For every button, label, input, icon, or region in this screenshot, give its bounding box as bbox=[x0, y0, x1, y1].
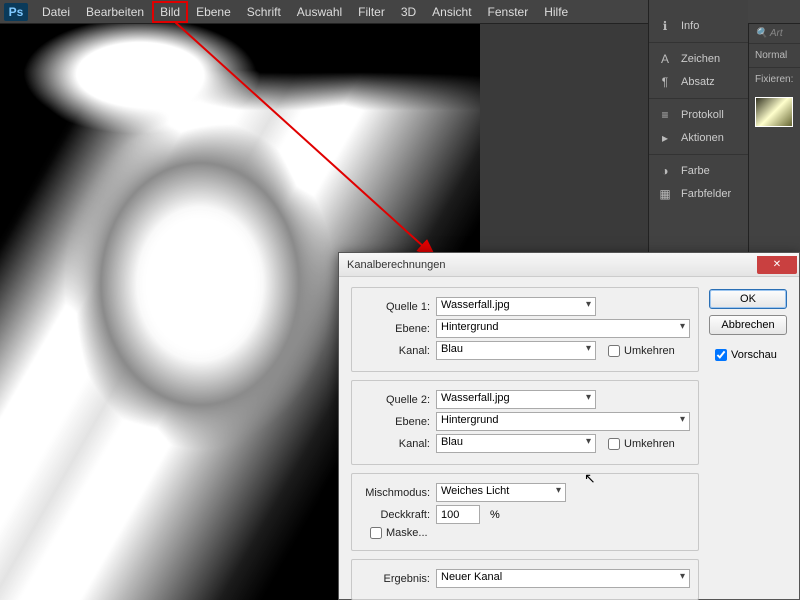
panel-zeichen[interactable]: A Zeichen bbox=[649, 42, 748, 70]
panel-farbe[interactable]: ◑ Farbe bbox=[649, 154, 748, 182]
source2-channel-label: Kanal: bbox=[360, 438, 430, 450]
source2-file-select[interactable]: Wasserfall.jpg bbox=[436, 390, 596, 409]
opacity-input[interactable] bbox=[436, 505, 480, 524]
panel-protokoll[interactable]: ≡ Protokoll bbox=[649, 98, 748, 126]
layer-thumbnail[interactable] bbox=[755, 97, 793, 127]
source2-layer-label: Ebene: bbox=[360, 416, 430, 428]
preview-label: Vorschau bbox=[731, 349, 777, 361]
panel-label: Zeichen bbox=[681, 53, 720, 65]
source2-channel-select[interactable]: Blau bbox=[436, 434, 596, 453]
close-button[interactable]: ✕ bbox=[757, 256, 797, 274]
source1-file-select[interactable]: Wasserfall.jpg bbox=[436, 297, 596, 316]
search-placeholder: Art bbox=[770, 28, 783, 39]
panel-absatz[interactable]: ¶ Absatz bbox=[649, 70, 748, 94]
panel-label: Info bbox=[681, 20, 699, 32]
source1-invert-checkbox[interactable] bbox=[608, 345, 620, 357]
dialog-titlebar[interactable]: Kanalberechnungen ✕ bbox=[339, 253, 799, 277]
swatches-icon: ▦ bbox=[657, 187, 673, 201]
source1-invert[interactable]: Umkehren bbox=[608, 345, 678, 357]
blend-mode-select[interactable]: Weiches Licht bbox=[436, 483, 566, 502]
menu-datei[interactable]: Datei bbox=[34, 1, 78, 23]
menu-bearbeiten[interactable]: Bearbeiten bbox=[78, 1, 152, 23]
menu-auswahl[interactable]: Auswahl bbox=[289, 1, 350, 23]
panel-label: Farbfelder bbox=[681, 188, 731, 200]
mask-toggle[interactable]: Maske... bbox=[370, 527, 440, 539]
source1-layer-label: Ebene: bbox=[360, 323, 430, 335]
history-icon: ≡ bbox=[657, 108, 673, 122]
play-icon: ▸ bbox=[657, 131, 673, 145]
panel-aktionen[interactable]: ▸ Aktionen bbox=[649, 126, 748, 150]
lock-row: Fixieren: bbox=[749, 67, 800, 91]
invert-label: Umkehren bbox=[624, 345, 675, 357]
preview-toggle[interactable]: Vorschau bbox=[715, 349, 787, 361]
menu-schrift[interactable]: Schrift bbox=[239, 1, 289, 23]
source1-label: Quelle 1: bbox=[360, 301, 430, 313]
panel-farbfelder[interactable]: ▦ Farbfelder bbox=[649, 182, 748, 206]
source2-layer-select[interactable]: Hintergrund bbox=[436, 412, 690, 431]
mask-label: Maske... bbox=[386, 527, 428, 539]
result-select[interactable]: Neuer Kanal bbox=[436, 569, 690, 588]
mask-checkbox[interactable] bbox=[370, 527, 382, 539]
calculations-dialog: Kanalberechnungen ✕ Quelle 1: Wasserfall… bbox=[338, 252, 800, 600]
source2-invert[interactable]: Umkehren bbox=[608, 438, 678, 450]
source1-layer-select[interactable]: Hintergrund bbox=[436, 319, 690, 338]
panel-label: Absatz bbox=[681, 76, 715, 88]
menu-3d[interactable]: 3D bbox=[393, 1, 424, 23]
menu-ebene[interactable]: Ebene bbox=[188, 1, 239, 23]
paragraph-icon: ¶ bbox=[657, 75, 673, 89]
invert-label: Umkehren bbox=[624, 438, 675, 450]
close-icon: ✕ bbox=[773, 259, 781, 270]
opacity-label: Deckkraft: bbox=[360, 509, 430, 521]
blend-group: Mischmodus: Weiches Licht Deckkraft: % M… bbox=[351, 473, 699, 551]
menu-hilfe[interactable]: Hilfe bbox=[536, 1, 576, 23]
info-icon: ℹ bbox=[657, 19, 673, 33]
result-group: Ergebnis: Neuer Kanal bbox=[351, 559, 699, 600]
panel-info[interactable]: ℹ Info bbox=[649, 14, 748, 38]
menu-filter[interactable]: Filter bbox=[350, 1, 393, 23]
panel-label: Farbe bbox=[681, 165, 710, 177]
blend-mode-label: Mischmodus: bbox=[360, 487, 430, 499]
right-strip: 🔍 Art Normal Fixieren: bbox=[748, 24, 800, 252]
source2-label: Quelle 2: bbox=[360, 394, 430, 406]
menu-fenster[interactable]: Fenster bbox=[480, 1, 537, 23]
dialog-title: Kanalberechnungen bbox=[347, 259, 757, 271]
menu-ansicht[interactable]: Ansicht bbox=[424, 1, 479, 23]
result-label: Ergebnis: bbox=[360, 573, 430, 585]
search-icon: 🔍 bbox=[755, 28, 767, 39]
ok-button[interactable]: OK bbox=[709, 289, 787, 309]
panel-label: Protokoll bbox=[681, 109, 724, 121]
blend-mode-strip[interactable]: Normal bbox=[749, 44, 800, 67]
panel-label: Aktionen bbox=[681, 132, 724, 144]
preview-checkbox[interactable] bbox=[715, 349, 727, 361]
app-logo: Ps bbox=[4, 3, 28, 21]
source1-channel-select[interactable]: Blau bbox=[436, 341, 596, 360]
opacity-unit: % bbox=[490, 509, 500, 521]
panels-column: ℹ Info A Zeichen ¶ Absatz ≡ Protokoll ▸ Aktio… bbox=[648, 0, 748, 252]
source1-channel-label: Kanal: bbox=[360, 345, 430, 357]
source2-invert-checkbox[interactable] bbox=[608, 438, 620, 450]
source1-group: Quelle 1: Wasserfall.jpg Ebene: Hintergr… bbox=[351, 287, 699, 372]
font-search[interactable]: 🔍 Art bbox=[749, 24, 800, 44]
cancel-button[interactable]: Abbrechen bbox=[709, 315, 787, 335]
palette-icon: ◑ bbox=[657, 164, 673, 178]
character-icon: A bbox=[657, 52, 673, 66]
menu-bild[interactable]: Bild bbox=[152, 1, 188, 23]
source2-group: Quelle 2: Wasserfall.jpg Ebene: Hintergr… bbox=[351, 380, 699, 465]
